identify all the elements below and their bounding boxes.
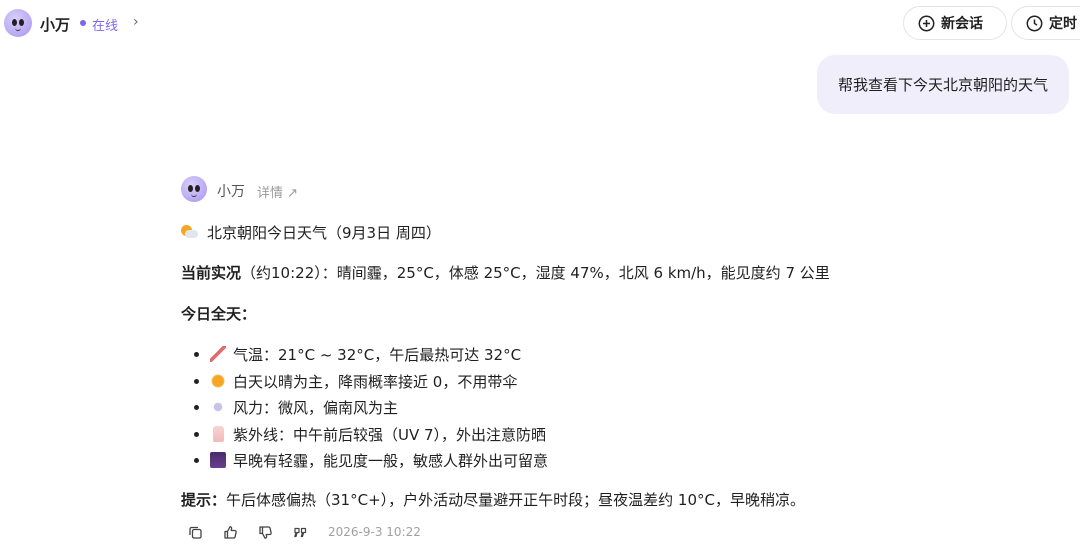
- tip-label: 提示：: [181, 491, 227, 509]
- current-conditions: 当前实况（约10:22）：晴间霾，25°C，体感 25°C，湿度 47%，北风 …: [181, 262, 830, 283]
- list-item-text: 早晚有轻霾，能见度一般，敏感人群外出可留意: [233, 452, 549, 470]
- sun-icon: [210, 372, 226, 389]
- list-item-text: 气温：21°C ~ 32°C，午后最热可达 32°C: [233, 346, 522, 364]
- user-message-bubble: 帮我查看下今天北京朝阳的天气: [817, 55, 1069, 114]
- fog-icon: [210, 452, 226, 468]
- message-actions: 2026-9-3 10:22: [187, 522, 421, 542]
- sunscreen-icon: [213, 425, 224, 442]
- online-status: 在线: [92, 19, 119, 34]
- detail-link[interactable]: 详情 ↗: [257, 182, 298, 201]
- list-item-text: 紫外线：中午前后较强（UV 7），外出注意防晒: [233, 425, 547, 444]
- avatar-eye: [19, 19, 24, 26]
- avatar-mouth: [15, 28, 21, 31]
- scheduled-button[interactable]: 定时: [1011, 6, 1080, 40]
- online-status-dot: [80, 20, 86, 26]
- weather-title: 北京朝阳今日天气（9月3日 周四）: [181, 222, 441, 243]
- weather-title-text: 北京朝阳今日天气（9月3日 周四）: [207, 224, 441, 242]
- chevron-right-icon[interactable]: ›: [133, 14, 139, 30]
- quote-icon[interactable]: [292, 524, 308, 540]
- bot-avatar[interactable]: [4, 9, 32, 37]
- bot-name[interactable]: 小万: [40, 14, 70, 35]
- current-text: （约10:22）：晴间霾，25°C，体感 25°C，湿度 47%，北风 6 km…: [241, 264, 830, 282]
- allday-heading: 今日全天：: [181, 303, 256, 324]
- list-item-text: 风力：微风，偏南风为主: [233, 399, 399, 417]
- plus-circle-icon: [918, 15, 935, 31]
- clock-icon: [1026, 15, 1043, 31]
- avatar-eye: [12, 19, 17, 26]
- assistant-message: 小万 详情 ↗ 北京朝阳今日天气（9月3日 周四） 当前实况（约10:22）：晴…: [181, 176, 881, 539]
- thermometer-icon: [210, 346, 226, 362]
- thumbs-up-icon[interactable]: [222, 524, 238, 540]
- sun-cloud-icon: [181, 225, 199, 239]
- assistant-name: 小万: [217, 184, 245, 200]
- avatar-eye: [188, 185, 193, 192]
- current-label: 当前实况: [181, 264, 242, 282]
- chat-header: 小万 在线 › 新会话 定时: [0, 0, 1080, 46]
- thumbs-down-icon[interactable]: [257, 524, 273, 540]
- assistant-header: 小万 详情 ↗: [181, 176, 881, 204]
- tip-line: 提示：午后体感偏热（31°C+），户外活动尽量避开正午时段；昼夜温差约 10°C…: [181, 489, 805, 510]
- user-message-text: 帮我查看下今天北京朝阳的天气: [837, 76, 1048, 94]
- avatar-eye: [195, 185, 200, 192]
- avatar-mouth: [191, 194, 197, 197]
- tip-text: 午后体感偏热（31°C+），户外活动尽量避开正午时段；昼夜温差约 10°C，早晚…: [226, 491, 805, 509]
- new-chat-button[interactable]: 新会话: [903, 6, 1007, 40]
- scheduled-label: 定时: [1049, 16, 1077, 32]
- chat-page: 小万 在线 › 新会话 定时 帮我查看下今天北京朝阳的天气 小万 详情 ↗ 北京…: [0, 0, 1080, 560]
- new-chat-label: 新会话: [941, 16, 983, 32]
- copy-icon[interactable]: [187, 524, 203, 540]
- wind-icon: [210, 399, 226, 415]
- message-timestamp: 2026-9-3 10:22: [328, 525, 421, 539]
- allday-label: 今日全天：: [181, 305, 257, 323]
- assistant-avatar: [181, 176, 207, 202]
- list-item-text: 白天以晴为主，降雨概率接近 0，不用带伞: [233, 372, 518, 391]
